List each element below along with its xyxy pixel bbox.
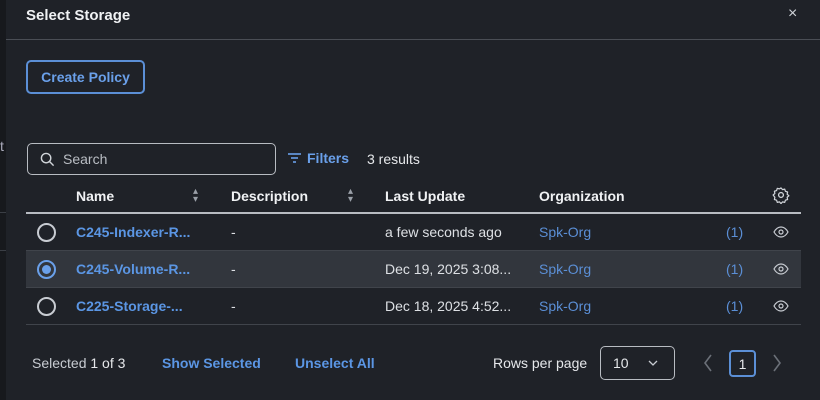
organization-count[interactable]: (1) (726, 261, 743, 277)
search-input[interactable] (63, 151, 263, 167)
table-row[interactable]: C245-Indexer-R... - a few seconds ago Sp… (26, 214, 801, 251)
search-field[interactable] (27, 143, 276, 175)
description-cell: - (231, 298, 236, 314)
description-cell: - (231, 261, 236, 277)
column-header-last-update: Last Update (385, 188, 466, 204)
chevron-left-icon[interactable] (703, 354, 713, 372)
unselect-all-button[interactable]: Unselect All (295, 355, 375, 371)
organization-link[interactable]: Spk-Org (539, 261, 591, 277)
filters-button[interactable]: Filters (288, 150, 349, 166)
rows-per-page-label: Rows per page (493, 355, 588, 371)
storage-name-link[interactable]: C245-Indexer-R... (76, 224, 190, 240)
eye-icon[interactable] (773, 263, 789, 275)
storage-name-link[interactable]: C245-Volume-R... (76, 261, 190, 277)
organization-count[interactable]: (1) (726, 224, 743, 240)
selected-status: Selected 1 of 3 (32, 355, 125, 371)
table-row[interactable]: C225-Storage-... - Dec 18, 2025 4:52... … (26, 288, 801, 325)
filters-label: Filters (307, 150, 350, 166)
selected-label: Selected (32, 355, 87, 371)
row-radio[interactable] (37, 297, 56, 316)
last-update-cell: Dec 19, 2025 3:08... (385, 261, 512, 277)
organization-link[interactable]: Spk-Org (539, 298, 591, 314)
dialog-title: Select Storage (26, 7, 131, 24)
chevron-right-icon[interactable] (772, 354, 782, 372)
rows-per-page-select[interactable]: 10 (600, 346, 675, 380)
chevron-down-icon (648, 360, 658, 366)
last-update-cell: Dec 18, 2025 4:52... (385, 298, 512, 314)
page-1-button[interactable]: 1 (729, 350, 756, 377)
table-row[interactable]: C245-Volume-R... - Dec 19, 2025 3:08... … (26, 251, 801, 288)
description-cell: - (231, 224, 236, 240)
last-update-cell: a few seconds ago (385, 224, 502, 240)
rows-per-page-value: 10 (613, 355, 629, 371)
show-selected-button[interactable]: Show Selected (162, 355, 261, 371)
column-header-organization: Organization (539, 188, 625, 204)
organization-count[interactable]: (1) (726, 298, 743, 314)
organization-link[interactable]: Spk-Org (539, 224, 591, 240)
backdrop-text: t (0, 138, 4, 154)
results-count: 3 results (367, 151, 420, 167)
sort-icon[interactable]: ▴ ▾ (193, 187, 198, 205)
storage-name-link[interactable]: C225-Storage-... (76, 298, 183, 314)
selected-count: 1 of 3 (90, 355, 126, 371)
row-radio[interactable] (37, 223, 56, 242)
eye-icon[interactable] (773, 226, 789, 238)
filter-icon (288, 153, 301, 163)
close-icon[interactable]: × (788, 5, 797, 23)
search-icon (40, 152, 55, 166)
column-header-name[interactable]: Name (76, 188, 114, 204)
select-storage-dialog: Select Storage × Create Policy Filters 3… (6, 0, 820, 400)
sort-icon[interactable]: ▴ ▾ (348, 187, 353, 205)
row-radio[interactable] (37, 260, 56, 279)
column-header-description[interactable]: Description (231, 188, 308, 204)
divider (6, 39, 820, 40)
create-policy-button[interactable]: Create Policy (26, 60, 145, 94)
eye-icon[interactable] (773, 300, 789, 312)
settings-gear-icon[interactable] (772, 186, 790, 204)
